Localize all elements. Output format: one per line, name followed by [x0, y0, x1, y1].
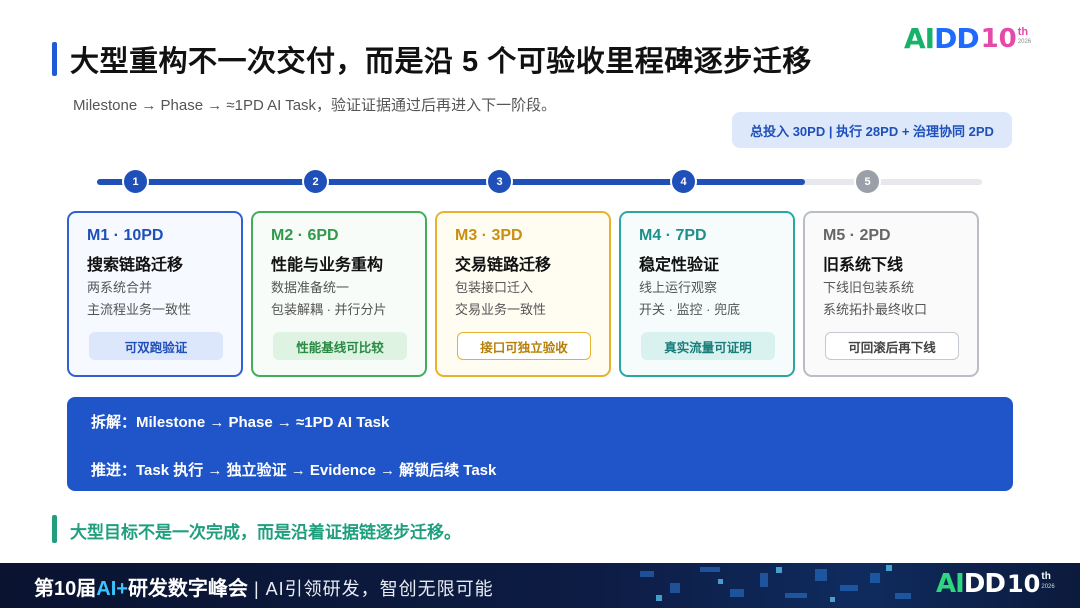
milestone-detail: 系统拓扑最终收口 [823, 302, 928, 317]
decomposition-text: 拆解：Milestone → Phase → ≈1PD AI Task [91, 414, 390, 431]
milestone-acceptance-badge: 性能基线可比较 [273, 332, 407, 360]
milestone-name: 搜索链路迁移 [87, 257, 184, 274]
milestone-name: 稳定性验证 [639, 257, 720, 274]
timeline-node-5: 5 [854, 168, 881, 195]
progression-text: 推进：Task 执行 → 独立验证 → Evidence → 解锁后续 Task [91, 462, 497, 479]
timeline-node-4: 4 [670, 168, 697, 195]
page-title: 大型重构不一次交付，而是沿 5 个可验收里程碑逐步迁移 [70, 46, 812, 78]
milestone-detail: 包装接口迁入 [455, 280, 534, 295]
footer-event-name: 第10届AI+研发数字峰会 | AI引领研发，智创无限可能 [34, 578, 494, 600]
milestone-acceptance-badge: 接口可独立验收 [457, 332, 591, 360]
timeline-node-2: 2 [302, 168, 329, 195]
milestone-card-m5: M5 · 2PD 旧系统下线 下线旧包装系统 系统拓扑最终收口 可回滚后再下线 [803, 211, 979, 377]
aidd-logo: AIDD 10 th 2026 [904, 22, 1032, 55]
milestone-head: M4 · 7PD [639, 227, 707, 244]
logo-edition: 10 [980, 24, 1017, 54]
milestone-card-m3: M3 · 3PD 交易链路迁移 包装接口迁入 交易业务一致性 接口可独立验收 [435, 211, 611, 377]
milestone-acceptance-badge: 可回滚后再下线 [825, 332, 959, 360]
milestone-detail: 下线旧包装系统 [823, 280, 915, 295]
budget-badge: 总投入 30PD | 执行 28PD + 治理协同 2PD [732, 112, 1012, 148]
milestone-card-m2: M2 · 6PD 性能与业务重构 数据准备统一 包装解耦 · 并行分片 性能基线… [251, 211, 427, 377]
milestone-card-m1: M1 · 10PD 搜索链路迁移 两系统合并 主流程业务一致性 可双跑验证 [67, 211, 243, 377]
logo-th: th [1017, 26, 1029, 38]
milestone-detail: 交易业务一致性 [455, 302, 547, 317]
timeline-node-1: 1 [122, 168, 149, 195]
process-panel: 拆解：Milestone → Phase → ≈1PD AI Task 推进：T… [67, 397, 1013, 491]
milestone-name: 性能与业务重构 [271, 257, 384, 274]
milestone-name: 旧系统下线 [823, 257, 904, 274]
milestone-detail: 两系统合并 [87, 280, 153, 295]
footer-circuit-pattern [640, 565, 911, 602]
milestone-acceptance-badge: 真实流量可证明 [641, 332, 775, 360]
milestone-detail: 包装解耦 · 并行分片 [271, 302, 387, 317]
milestone-card-m4: M4 · 7PD 稳定性验证 线上运行观察 开关 · 监控 · 兜底 真实流量可… [619, 211, 795, 377]
timeline-node-3: 3 [486, 168, 513, 195]
footer-aidd-logo: AIDD 10 th 2026 [936, 569, 1055, 599]
milestone-detail: 开关 · 监控 · 兜底 [639, 302, 741, 317]
timeline-progress [97, 179, 805, 185]
milestone-head: M3 · 3PD [455, 227, 523, 244]
milestone-head: M1 · 10PD [87, 227, 164, 244]
conclusion-text: 大型目标不是一次完成，而是沿着证据链逐步迁移。 [70, 523, 461, 542]
footer-banner: 第10届AI+研发数字峰会 | AI引领研发，智创无限可能 AIDD 10 th… [0, 563, 1080, 608]
milestone-name: 交易链路迁移 [455, 257, 552, 274]
milestone-head: M2 · 6PD [271, 227, 339, 244]
logo-wordmark: AIDD [904, 22, 980, 55]
milestone-acceptance-badge: 可双跑验证 [89, 332, 223, 360]
milestone-head: M5 · 2PD [823, 227, 891, 244]
milestone-detail: 线上运行观察 [639, 280, 718, 295]
logo-year: 2026 [1017, 39, 1032, 45]
milestone-detail: 数据准备统一 [271, 280, 350, 295]
milestone-detail: 主流程业务一致性 [87, 302, 192, 317]
page-subtitle: Milestone → Phase → ≈1PD AI Task，验证证据通过后… [73, 97, 557, 114]
footer-slogan: | AI引领研发，智创无限可能 [247, 579, 494, 599]
title-accent-bar [52, 42, 57, 76]
conclusion-accent-bar [52, 515, 57, 543]
